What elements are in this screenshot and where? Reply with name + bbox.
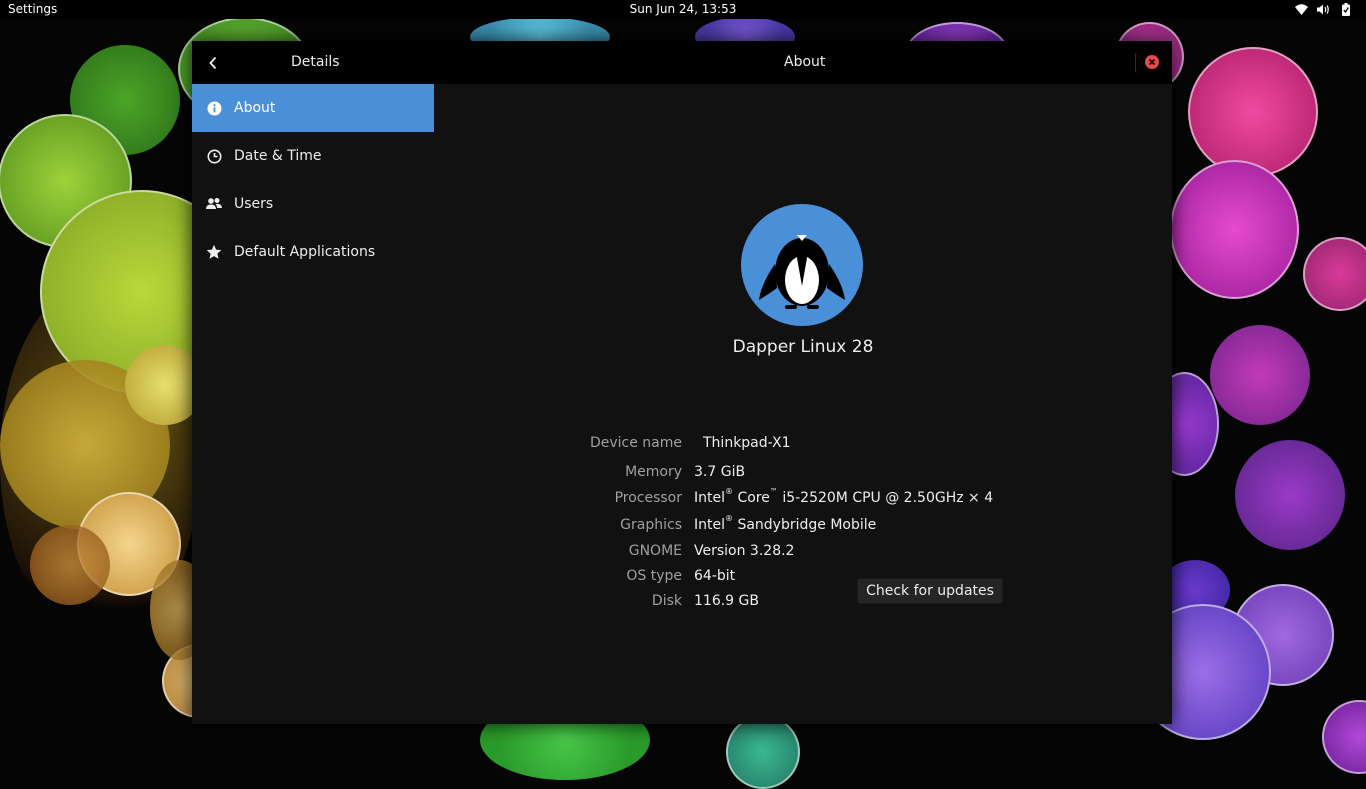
device-name-field[interactable]: Thinkpad-X1 <box>703 435 791 451</box>
sidebar: About Date & Time Users Default Applicat… <box>192 84 434 724</box>
os-type-label: OS type <box>626 568 682 584</box>
processor-value: Intel® Core™ i5-2520M CPU @ 2.50GHz × 4 <box>694 487 994 506</box>
info-row-device-name: Device name Thinkpad-X1 <box>434 435 1172 455</box>
memory-label: Memory <box>625 464 682 480</box>
info-icon <box>206 100 222 116</box>
wifi-icon[interactable] <box>1295 3 1308 16</box>
disk-label: Disk <box>651 593 682 609</box>
top-bar: Settings Sun Jun 24, 13:53 <box>0 0 1366 19</box>
check-for-updates-button[interactable]: Check for updates <box>857 578 1003 604</box>
info-row-os-type: OS type 64-bit <box>434 568 1172 588</box>
info-row-gnome: GNOME Version 3.28.2 <box>434 543 1172 563</box>
chevron-left-icon <box>209 56 217 70</box>
info-row-memory: Memory 3.7 GiB <box>434 464 1172 484</box>
os-type-value: 64-bit <box>694 568 736 584</box>
sidebar-item-date-time[interactable]: Date & Time <box>192 132 434 180</box>
users-icon <box>206 196 222 212</box>
info-row-disk: Disk 116.9 GB <box>434 593 1172 613</box>
distro-name: Dapper Linux 28 <box>732 337 874 357</box>
page-title: About <box>784 54 826 70</box>
processor-label: Processor <box>614 490 682 506</box>
volume-icon[interactable] <box>1317 3 1330 16</box>
gnome-value: Version 3.28.2 <box>694 543 795 559</box>
sidebar-item-users[interactable]: Users <box>192 180 434 228</box>
device-name-label: Device name <box>589 435 682 451</box>
sidebar-item-default-applications[interactable]: Default Applications <box>192 228 434 276</box>
sidebar-item-label: About <box>234 100 276 116</box>
graphics-value: Intel® Sandybridge Mobile <box>694 514 877 533</box>
sidebar-item-label: Date & Time <box>234 148 322 164</box>
back-button[interactable] <box>202 52 224 74</box>
close-icon <box>1148 58 1156 66</box>
star-icon <box>206 244 222 260</box>
memory-value: 3.7 GiB <box>694 464 746 480</box>
info-row-graphics: Graphics Intel® Sandybridge Mobile <box>434 514 1172 537</box>
about-panel: Dapper Linux 28 Device name Thinkpad-X1 … <box>434 84 1172 724</box>
close-button[interactable] <box>1145 55 1159 69</box>
header-separator <box>1135 53 1136 72</box>
sidebar-title: Details <box>291 54 340 70</box>
battery-icon[interactable] <box>1339 3 1352 16</box>
penguin-logo-icon <box>741 204 863 326</box>
system-tray[interactable] <box>1295 3 1352 16</box>
gnome-label: GNOME <box>628 543 682 559</box>
disk-value: 116.9 GB <box>694 593 759 609</box>
header-bar: Details About <box>192 41 1172 84</box>
settings-window: Details About About Date & Time Users De… <box>192 41 1172 724</box>
clock-icon <box>206 148 222 164</box>
sidebar-item-label: Default Applications <box>234 244 376 260</box>
clock[interactable]: Sun Jun 24, 13:53 <box>0 2 1366 16</box>
sidebar-item-about[interactable]: About <box>192 84 434 132</box>
sidebar-item-label: Users <box>234 196 274 212</box>
graphics-label: Graphics <box>620 517 682 533</box>
info-row-processor: Processor Intel® Core™ i5-2520M CPU @ 2.… <box>434 487 1172 510</box>
